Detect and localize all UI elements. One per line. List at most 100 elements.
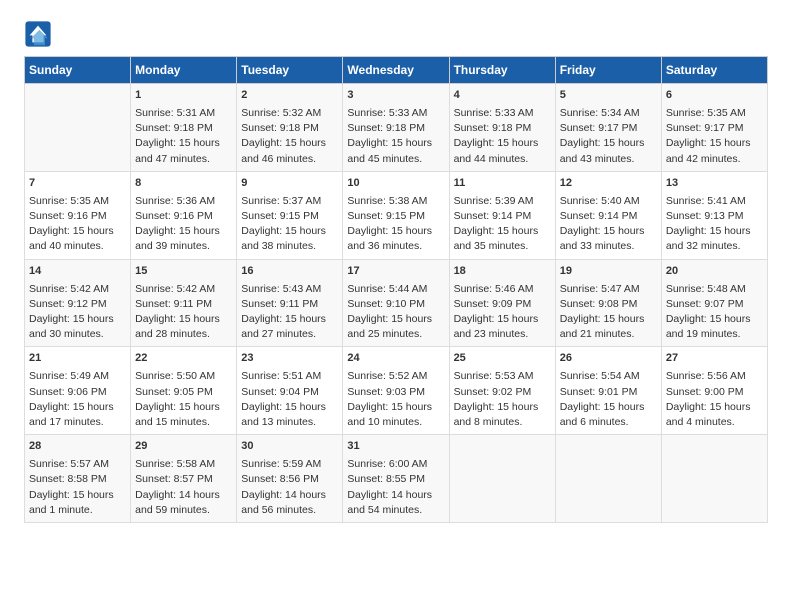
cell-text: Daylight: 15 hours bbox=[560, 224, 657, 239]
calendar-week-5: 28Sunrise: 5:57 AMSunset: 8:58 PMDayligh… bbox=[25, 435, 768, 523]
cell-text: Sunset: 9:18 PM bbox=[347, 121, 444, 136]
weekday-header-wednesday: Wednesday bbox=[343, 57, 449, 84]
calendar-cell: 22Sunrise: 5:50 AMSunset: 9:05 PMDayligh… bbox=[131, 347, 237, 435]
cell-text: Sunset: 9:17 PM bbox=[560, 121, 657, 136]
cell-text: and 35 minutes. bbox=[454, 239, 551, 254]
calendar-cell bbox=[661, 435, 767, 523]
cell-text: and 4 minutes. bbox=[666, 415, 763, 430]
cell-text: Daylight: 15 hours bbox=[29, 400, 126, 415]
calendar-cell: 6Sunrise: 5:35 AMSunset: 9:17 PMDaylight… bbox=[661, 84, 767, 172]
date-number: 29 bbox=[135, 439, 232, 455]
weekday-header-thursday: Thursday bbox=[449, 57, 555, 84]
cell-text: Daylight: 15 hours bbox=[241, 400, 338, 415]
cell-text: and 43 minutes. bbox=[560, 152, 657, 167]
cell-text: Sunset: 9:14 PM bbox=[454, 209, 551, 224]
cell-text: Sunset: 9:05 PM bbox=[135, 385, 232, 400]
date-number: 15 bbox=[135, 264, 232, 280]
date-number: 21 bbox=[29, 351, 126, 367]
weekday-header-friday: Friday bbox=[555, 57, 661, 84]
calendar-cell: 21Sunrise: 5:49 AMSunset: 9:06 PMDayligh… bbox=[25, 347, 131, 435]
cell-text: Daylight: 15 hours bbox=[454, 224, 551, 239]
cell-text: Sunrise: 5:52 AM bbox=[347, 369, 444, 384]
cell-text: and 44 minutes. bbox=[454, 152, 551, 167]
cell-text: Daylight: 15 hours bbox=[135, 136, 232, 151]
cell-text: Sunset: 8:55 PM bbox=[347, 472, 444, 487]
calendar-cell: 13Sunrise: 5:41 AMSunset: 9:13 PMDayligh… bbox=[661, 171, 767, 259]
cell-text: Daylight: 15 hours bbox=[347, 224, 444, 239]
cell-text: Daylight: 15 hours bbox=[666, 136, 763, 151]
date-number: 12 bbox=[560, 176, 657, 192]
calendar-cell: 30Sunrise: 5:59 AMSunset: 8:56 PMDayligh… bbox=[237, 435, 343, 523]
cell-text: Sunset: 9:10 PM bbox=[347, 297, 444, 312]
date-number: 27 bbox=[666, 351, 763, 367]
cell-text: Sunrise: 6:00 AM bbox=[347, 457, 444, 472]
cell-text: Sunrise: 5:31 AM bbox=[135, 106, 232, 121]
calendar-cell: 5Sunrise: 5:34 AMSunset: 9:17 PMDaylight… bbox=[555, 84, 661, 172]
calendar-week-2: 7Sunrise: 5:35 AMSunset: 9:16 PMDaylight… bbox=[25, 171, 768, 259]
cell-text: Sunrise: 5:46 AM bbox=[454, 282, 551, 297]
cell-text: Sunset: 9:15 PM bbox=[241, 209, 338, 224]
cell-text: Sunrise: 5:39 AM bbox=[454, 194, 551, 209]
cell-text: Daylight: 15 hours bbox=[666, 400, 763, 415]
cell-text: Sunrise: 5:50 AM bbox=[135, 369, 232, 384]
cell-text: and 46 minutes. bbox=[241, 152, 338, 167]
cell-text: and 1 minute. bbox=[29, 503, 126, 518]
cell-text: Sunset: 9:14 PM bbox=[560, 209, 657, 224]
cell-text: Sunset: 9:18 PM bbox=[135, 121, 232, 136]
cell-text: and 21 minutes. bbox=[560, 327, 657, 342]
cell-text: Sunrise: 5:59 AM bbox=[241, 457, 338, 472]
calendar-week-3: 14Sunrise: 5:42 AMSunset: 9:12 PMDayligh… bbox=[25, 259, 768, 347]
cell-text: Daylight: 15 hours bbox=[135, 312, 232, 327]
calendar-cell: 26Sunrise: 5:54 AMSunset: 9:01 PMDayligh… bbox=[555, 347, 661, 435]
calendar-cell: 12Sunrise: 5:40 AMSunset: 9:14 PMDayligh… bbox=[555, 171, 661, 259]
cell-text: Daylight: 15 hours bbox=[666, 312, 763, 327]
calendar-cell: 2Sunrise: 5:32 AMSunset: 9:18 PMDaylight… bbox=[237, 84, 343, 172]
calendar-cell: 19Sunrise: 5:47 AMSunset: 9:08 PMDayligh… bbox=[555, 259, 661, 347]
cell-text: Sunrise: 5:33 AM bbox=[454, 106, 551, 121]
cell-text: Sunset: 9:02 PM bbox=[454, 385, 551, 400]
cell-text: and 23 minutes. bbox=[454, 327, 551, 342]
cell-text: and 28 minutes. bbox=[135, 327, 232, 342]
calendar-week-4: 21Sunrise: 5:49 AMSunset: 9:06 PMDayligh… bbox=[25, 347, 768, 435]
cell-text: Daylight: 15 hours bbox=[347, 312, 444, 327]
cell-text: Daylight: 15 hours bbox=[347, 136, 444, 151]
cell-text: Sunrise: 5:35 AM bbox=[29, 194, 126, 209]
cell-text: Sunrise: 5:42 AM bbox=[29, 282, 126, 297]
cell-text: Daylight: 14 hours bbox=[241, 488, 338, 503]
cell-text: Sunrise: 5:37 AM bbox=[241, 194, 338, 209]
date-number: 26 bbox=[560, 351, 657, 367]
cell-text: and 36 minutes. bbox=[347, 239, 444, 254]
weekday-header-tuesday: Tuesday bbox=[237, 57, 343, 84]
cell-text: and 10 minutes. bbox=[347, 415, 444, 430]
cell-text: and 25 minutes. bbox=[347, 327, 444, 342]
cell-text: Sunrise: 5:48 AM bbox=[666, 282, 763, 297]
cell-text: and 42 minutes. bbox=[666, 152, 763, 167]
cell-text: Sunset: 9:08 PM bbox=[560, 297, 657, 312]
cell-text: Sunrise: 5:35 AM bbox=[666, 106, 763, 121]
date-number: 5 bbox=[560, 88, 657, 104]
cell-text: and 59 minutes. bbox=[135, 503, 232, 518]
calendar-cell: 9Sunrise: 5:37 AMSunset: 9:15 PMDaylight… bbox=[237, 171, 343, 259]
date-number: 8 bbox=[135, 176, 232, 192]
cell-text: and 15 minutes. bbox=[135, 415, 232, 430]
date-number: 23 bbox=[241, 351, 338, 367]
cell-text: Sunrise: 5:33 AM bbox=[347, 106, 444, 121]
cell-text: Daylight: 15 hours bbox=[29, 224, 126, 239]
date-number: 24 bbox=[347, 351, 444, 367]
calendar-header-row: SundayMondayTuesdayWednesdayThursdayFrid… bbox=[25, 57, 768, 84]
header bbox=[24, 20, 768, 48]
cell-text: Sunset: 8:58 PM bbox=[29, 472, 126, 487]
calendar-cell: 20Sunrise: 5:48 AMSunset: 9:07 PMDayligh… bbox=[661, 259, 767, 347]
date-number: 14 bbox=[29, 264, 126, 280]
cell-text: Sunrise: 5:36 AM bbox=[135, 194, 232, 209]
cell-text: and 39 minutes. bbox=[135, 239, 232, 254]
calendar-cell: 24Sunrise: 5:52 AMSunset: 9:03 PMDayligh… bbox=[343, 347, 449, 435]
cell-text: Sunset: 9:16 PM bbox=[135, 209, 232, 224]
date-number: 20 bbox=[666, 264, 763, 280]
cell-text: Sunset: 9:17 PM bbox=[666, 121, 763, 136]
date-number: 18 bbox=[454, 264, 551, 280]
cell-text: Daylight: 15 hours bbox=[454, 136, 551, 151]
cell-text: Sunrise: 5:47 AM bbox=[560, 282, 657, 297]
date-number: 4 bbox=[454, 88, 551, 104]
cell-text: Sunset: 9:13 PM bbox=[666, 209, 763, 224]
